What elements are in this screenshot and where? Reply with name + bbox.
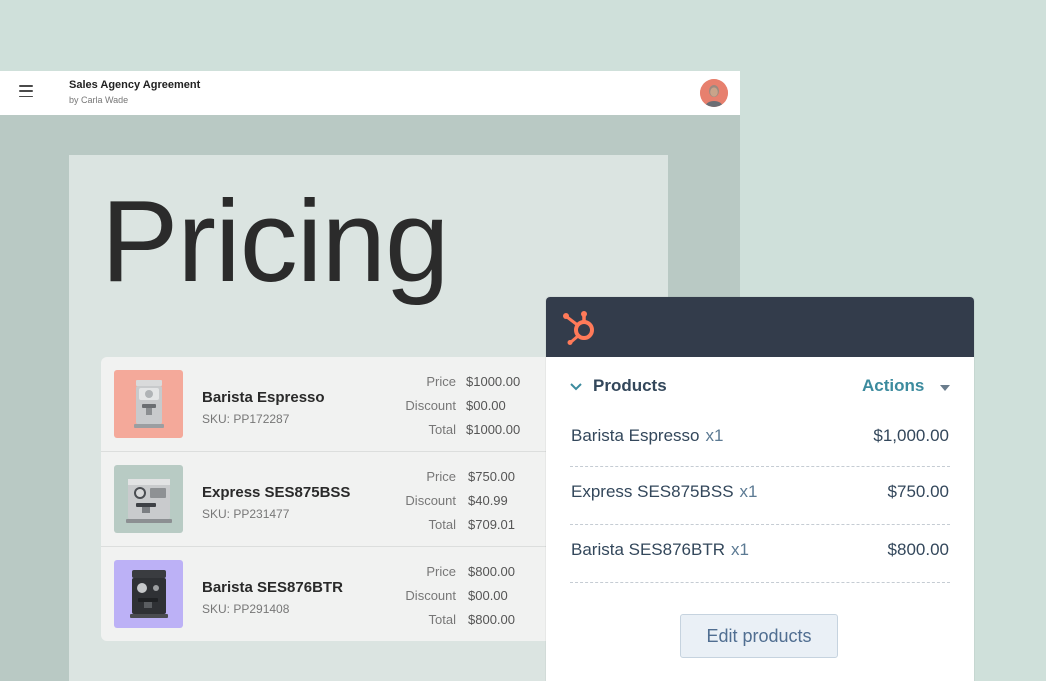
divider (570, 582, 950, 583)
divider (570, 524, 950, 525)
chevron-down-icon[interactable] (570, 383, 582, 391)
document-title: Sales Agency Agreement (69, 79, 201, 91)
line-item-name: Barista Espresso (571, 426, 700, 445)
discount-label: Discount (405, 398, 456, 413)
total-label: Total (428, 517, 456, 532)
edit-products-button[interactable]: Edit products (680, 614, 838, 658)
page-title: Pricing (101, 176, 450, 306)
price-label: Price (426, 469, 456, 484)
discount-value: $00.00 (468, 588, 508, 603)
document-author: by Carla Wade (69, 95, 129, 105)
price-value: $750.00 (468, 469, 515, 484)
price-value: $1000.00 (466, 374, 521, 389)
discount-value: $40.99 (468, 493, 508, 508)
table-row: Barista SES876BTR SKU: PP291408 Price $8… (101, 547, 561, 641)
product-sku: SKU: PP291408 (202, 602, 290, 616)
line-item-name: Express SES875BSS (571, 482, 734, 501)
hubspot-products-panel: Products Actions Barista Espresso x1 $1,0… (546, 297, 974, 681)
line-item: Barista Espresso x1 $1,000.00 (571, 426, 949, 446)
hubspot-sprocket-icon (562, 309, 600, 345)
table-row: Express SES875BSS SKU: PP231477 Price $7… (101, 452, 561, 547)
divider (570, 466, 950, 467)
table-row: Barista Espresso SKU: PP172287 Price $10… (101, 357, 561, 452)
line-item-qty: x1 (731, 540, 749, 559)
total-value: $709.01 (468, 517, 515, 532)
total-value: $1000.00 (466, 422, 521, 437)
hubspot-header (546, 297, 974, 357)
line-item-qty: x1 (705, 426, 724, 445)
total-label: Total (428, 422, 456, 437)
product-name: Barista SES876BTR (202, 579, 343, 596)
product-name: Barista Espresso (202, 389, 325, 406)
caret-down-icon[interactable] (940, 385, 950, 391)
price-label: Price (426, 374, 456, 389)
product-sku: SKU: PP172287 (202, 412, 290, 426)
price-label: Price (426, 564, 456, 579)
product-table: Barista Espresso SKU: PP172287 Price $10… (101, 357, 561, 641)
total-label: Total (428, 612, 456, 627)
line-item-name: Barista SES876BTR (571, 540, 726, 559)
product-sku: SKU: PP231477 (202, 507, 290, 521)
line-item: Barista SES876BTR x1 $800.00 (571, 540, 949, 560)
discount-value: $00.00 (466, 398, 506, 413)
espresso-machine-image (114, 560, 183, 628)
total-value: $800.00 (468, 612, 515, 627)
product-name: Express SES875BSS (202, 484, 351, 501)
discount-label: Discount (405, 493, 456, 508)
price-value: $800.00 (468, 564, 515, 579)
discount-label: Discount (405, 588, 456, 603)
actions-dropdown[interactable]: Actions (862, 376, 924, 396)
line-item-price: $1,000.00 (873, 426, 949, 445)
espresso-machine-image (114, 370, 183, 438)
line-item: Express SES875BSS x1 $750.00 (571, 482, 949, 502)
menu-icon[interactable] (19, 85, 33, 97)
document-header: Sales Agency Agreement by Carla Wade (0, 71, 740, 115)
espresso-machine-image (114, 465, 183, 533)
line-item-qty: x1 (739, 482, 758, 501)
line-item-price: $800.00 (887, 540, 949, 559)
avatar[interactable] (700, 79, 728, 107)
products-section-title[interactable]: Products (593, 376, 667, 396)
line-item-price: $750.00 (887, 482, 949, 501)
